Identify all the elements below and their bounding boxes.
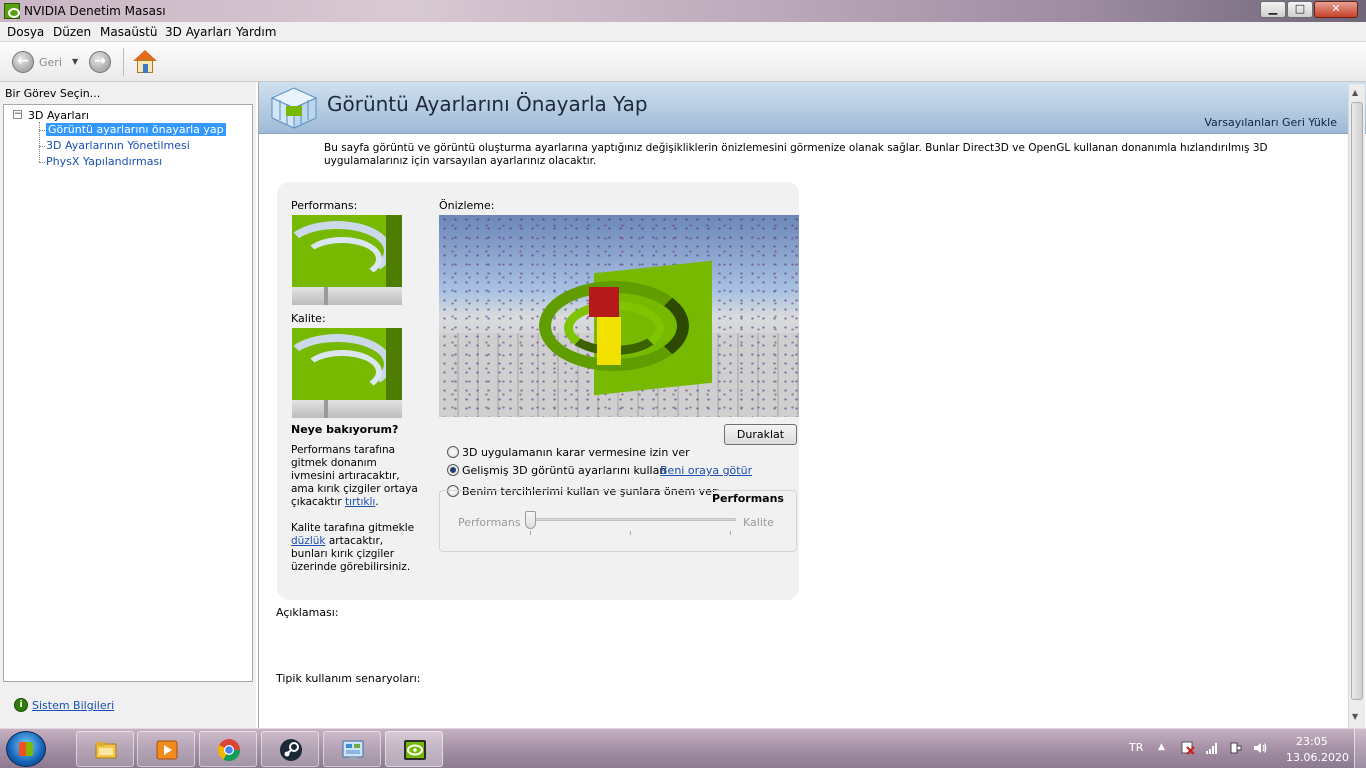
minimize-button[interactable]: ▁	[1260, 1, 1286, 18]
taskbar-chrome[interactable]	[199, 731, 257, 767]
network-signal-icon[interactable]	[1205, 741, 1219, 755]
content-panel: Görüntü Ayarlarını Önayarla Yap Varsayıl…	[258, 82, 1366, 728]
tree-item-preset-display[interactable]: Görüntü ayarlarını önayarla yap	[39, 123, 226, 136]
scenarios-field-label: Tipik kullanım senaryoları:	[276, 672, 421, 685]
taskbar-steam[interactable]	[261, 731, 319, 767]
collapse-icon[interactable]: −	[13, 110, 22, 119]
menu-yardim[interactable]: Yardım	[236, 25, 276, 39]
back-arrow-icon[interactable]: ←	[12, 51, 34, 73]
slider-tick	[630, 531, 631, 535]
window-title: NVIDIA Denetim Masası	[24, 4, 166, 18]
slider-thumb[interactable]	[525, 511, 536, 529]
menu-duzen[interactable]: Düzen	[53, 25, 91, 39]
chrome-icon	[217, 739, 240, 761]
taskbar-explorer[interactable]	[76, 731, 134, 767]
scroll-up-icon[interactable]: ▲	[1352, 88, 1358, 97]
nvidia-app-icon	[4, 3, 20, 19]
clock-time[interactable]: 23:05	[1296, 735, 1328, 748]
title-bar: NVIDIA Denetim Masası ▁ □ ✕	[0, 0, 1366, 22]
taskbar-media-player[interactable]	[137, 731, 195, 767]
system-info-label[interactable]: Sistem Bilgileri	[32, 699, 114, 712]
slider-right-label: Kalite	[743, 516, 774, 529]
3d-preview-viewport	[439, 215, 799, 417]
preference-slider-group: Performans Performans Kalite	[439, 490, 797, 552]
explain-text: Performans tarafına gitmek donanım ivmes…	[291, 444, 421, 574]
radio-let-app-decide[interactable]	[447, 446, 459, 458]
jagged-link[interactable]: tırtıklı	[345, 496, 375, 508]
explain-p1-end: .	[375, 496, 379, 508]
scroll-thumb[interactable]	[1351, 102, 1363, 700]
slider-track[interactable]	[530, 518, 736, 521]
close-button[interactable]: ✕	[1314, 1, 1358, 18]
explorer-icon	[95, 742, 117, 759]
forward-arrow-icon[interactable]: →	[89, 51, 111, 73]
description-field-label: Açıklaması:	[276, 606, 339, 619]
3d-settings-icon	[270, 87, 318, 129]
restore-defaults-link[interactable]: Varsayılanları Geri Yükle	[1204, 116, 1337, 129]
toolbar: ← Geri ▼ →	[0, 42, 1366, 82]
tree-lines	[39, 122, 40, 162]
performance-label: Performans:	[291, 199, 358, 212]
toolbar-separator	[123, 48, 124, 76]
page-banner: Görüntü Ayarlarını Önayarla Yap Varsayıl…	[259, 82, 1366, 134]
preview-label: Önizleme:	[439, 199, 495, 212]
radio-advanced-settings[interactable]	[447, 464, 459, 476]
show-desktop-button[interactable]	[1354, 729, 1366, 768]
slider-left-label: Performans	[458, 516, 521, 529]
volume-icon[interactable]	[1253, 741, 1267, 755]
language-indicator[interactable]: TR	[1129, 741, 1143, 754]
take-me-there-link[interactable]: Beni oraya götür	[660, 464, 752, 477]
task-tree: − 3D Ayarları Görüntü ayarlarını önayarl…	[3, 104, 253, 682]
tree-item-physx[interactable]: PhysX Yapılandırması	[38, 155, 162, 168]
slider-tick	[730, 531, 731, 535]
home-icon[interactable]	[133, 50, 157, 74]
task-panel: Bir Görev Seçin... − 3D Ayarları Görüntü…	[0, 82, 256, 728]
steam-icon	[280, 739, 302, 761]
slider-tick	[530, 531, 531, 535]
media-player-icon	[156, 740, 178, 760]
menu-dosya[interactable]: Dosya	[7, 25, 44, 39]
tree-item-manage-3d[interactable]: 3D Ayarlarının Yönetilmesi	[39, 139, 190, 152]
option-label: 3D uygulamanın karar vermesine izin ver	[462, 446, 690, 459]
quality-label: Kalite:	[291, 312, 326, 325]
show-hidden-icons[interactable]: ▲	[1158, 742, 1165, 752]
page-description: Bu sayfa görüntü ve görüntü oluşturma ay…	[324, 142, 1268, 167]
menu-masaustu[interactable]: Masaüstü	[100, 25, 157, 39]
control-panel-icon	[342, 740, 364, 760]
quality-thumbnail	[292, 328, 402, 418]
taskbar: TR ▲ 23:05 13.06.2020	[0, 728, 1366, 768]
system-info-icon: i	[14, 698, 28, 712]
slider-caption: Performans	[712, 492, 784, 505]
tree-root-3d-settings[interactable]: 3D Ayarları	[28, 109, 89, 122]
scroll-down-icon[interactable]: ▼	[1352, 712, 1358, 721]
page-title: Görüntü Ayarlarını Önayarla Yap	[327, 92, 648, 116]
explain-title: Neye bakıyorum?	[291, 423, 399, 436]
action-center-icon[interactable]	[1181, 741, 1195, 755]
clock-date[interactable]: 13.06.2020	[1286, 751, 1349, 764]
menu-bar: Dosya Düzen Masaüstü 3D Ayarları Yardım	[0, 22, 1366, 42]
history-dropdown-icon[interactable]: ▼	[72, 57, 78, 66]
smoothness-link[interactable]: düzlük	[291, 535, 325, 547]
preview-group: Performans: Kalite: Önizleme: Duraklat 3…	[277, 182, 799, 600]
power-icon[interactable]	[1229, 741, 1243, 755]
option-label: Gelişmiş 3D görüntü ayarlarını kullan	[462, 464, 667, 477]
nvidia-icon	[404, 740, 426, 760]
taskbar-control-panel[interactable]	[323, 731, 381, 767]
back-label[interactable]: Geri	[39, 56, 62, 69]
start-button-icon[interactable]	[6, 731, 46, 767]
explain-p2: Kalite tarafına gitmekle	[291, 522, 415, 534]
maximize-button[interactable]: □	[1287, 1, 1313, 18]
menu-3d-ayarlari[interactable]: 3D Ayarları	[165, 25, 231, 39]
content-scrollbar[interactable]: ▲ ▼	[1348, 84, 1365, 728]
pause-button[interactable]: Duraklat	[724, 424, 797, 445]
performance-thumbnail	[292, 215, 402, 305]
taskbar-nvidia[interactable]	[385, 731, 443, 767]
task-panel-heading: Bir Görev Seçin...	[5, 87, 101, 100]
